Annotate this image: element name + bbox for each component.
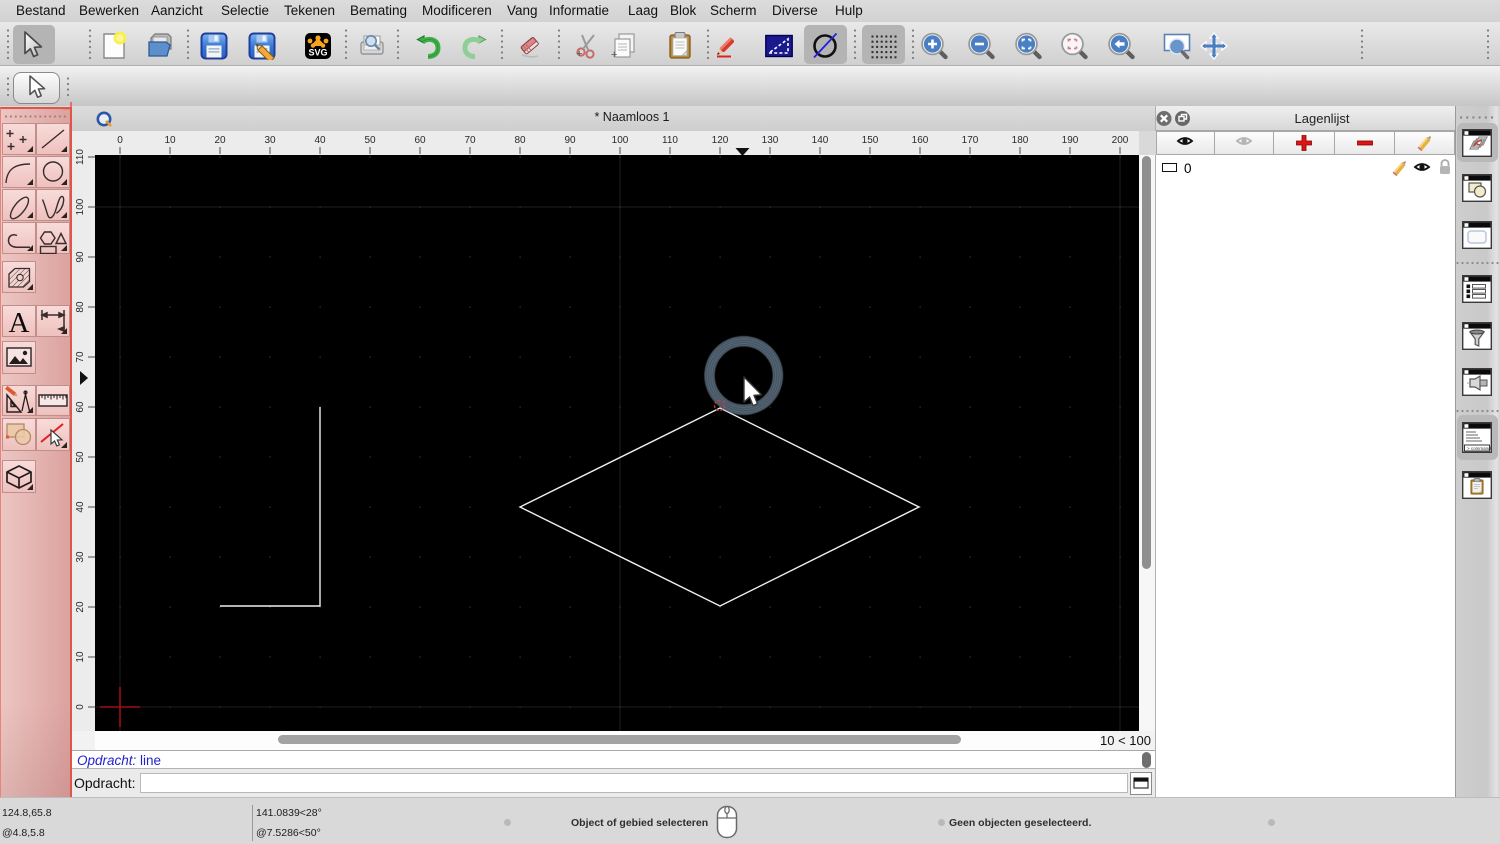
svg-text:30: 30 (264, 135, 276, 146)
svg-text:60: 60 (414, 135, 426, 146)
svg-text:+: + (611, 49, 617, 61)
svg-text:A: A (9, 307, 30, 337)
svg-text:40: 40 (75, 501, 86, 513)
svg-text:100: 100 (75, 198, 86, 215)
svg-text:160: 160 (912, 135, 929, 146)
svg-text:0: 0 (117, 135, 123, 146)
svg-text:> command: > command (1467, 446, 1491, 451)
svg-text:30: 30 (75, 551, 86, 563)
svg-text:50: 50 (364, 135, 376, 146)
svg-text:130: 130 (762, 135, 779, 146)
svg-text:80: 80 (75, 301, 86, 313)
svg-text:120: 120 (712, 135, 729, 146)
svg-text:SVG: SVG (308, 48, 327, 58)
svg-text:190: 190 (1062, 135, 1079, 146)
svg-text:70: 70 (464, 135, 476, 146)
svg-text:90: 90 (75, 251, 86, 263)
svg-text:0: 0 (75, 704, 86, 710)
svg-text:140: 140 (812, 135, 829, 146)
svg-text:110: 110 (662, 135, 678, 146)
svg-text:+: + (576, 48, 582, 60)
svg-text:60: 60 (75, 401, 86, 413)
svg-text:50: 50 (75, 451, 86, 463)
svg-text:90: 90 (564, 135, 576, 146)
svg-text:110: 110 (75, 149, 86, 165)
svg-text:20: 20 (75, 601, 86, 613)
svg-text:200: 200 (1112, 135, 1129, 146)
svg-text:10: 10 (75, 651, 86, 663)
svg-text:10: 10 (164, 135, 176, 146)
svg-text:70: 70 (75, 351, 86, 363)
svg-text:170: 170 (962, 135, 979, 146)
svg-text:40: 40 (314, 135, 326, 146)
svg-text:100: 100 (612, 135, 629, 146)
svg-text:80: 80 (514, 135, 526, 146)
svg-text:180: 180 (1012, 135, 1029, 146)
svg-text:20: 20 (214, 135, 226, 146)
svg-text:150: 150 (862, 135, 879, 146)
